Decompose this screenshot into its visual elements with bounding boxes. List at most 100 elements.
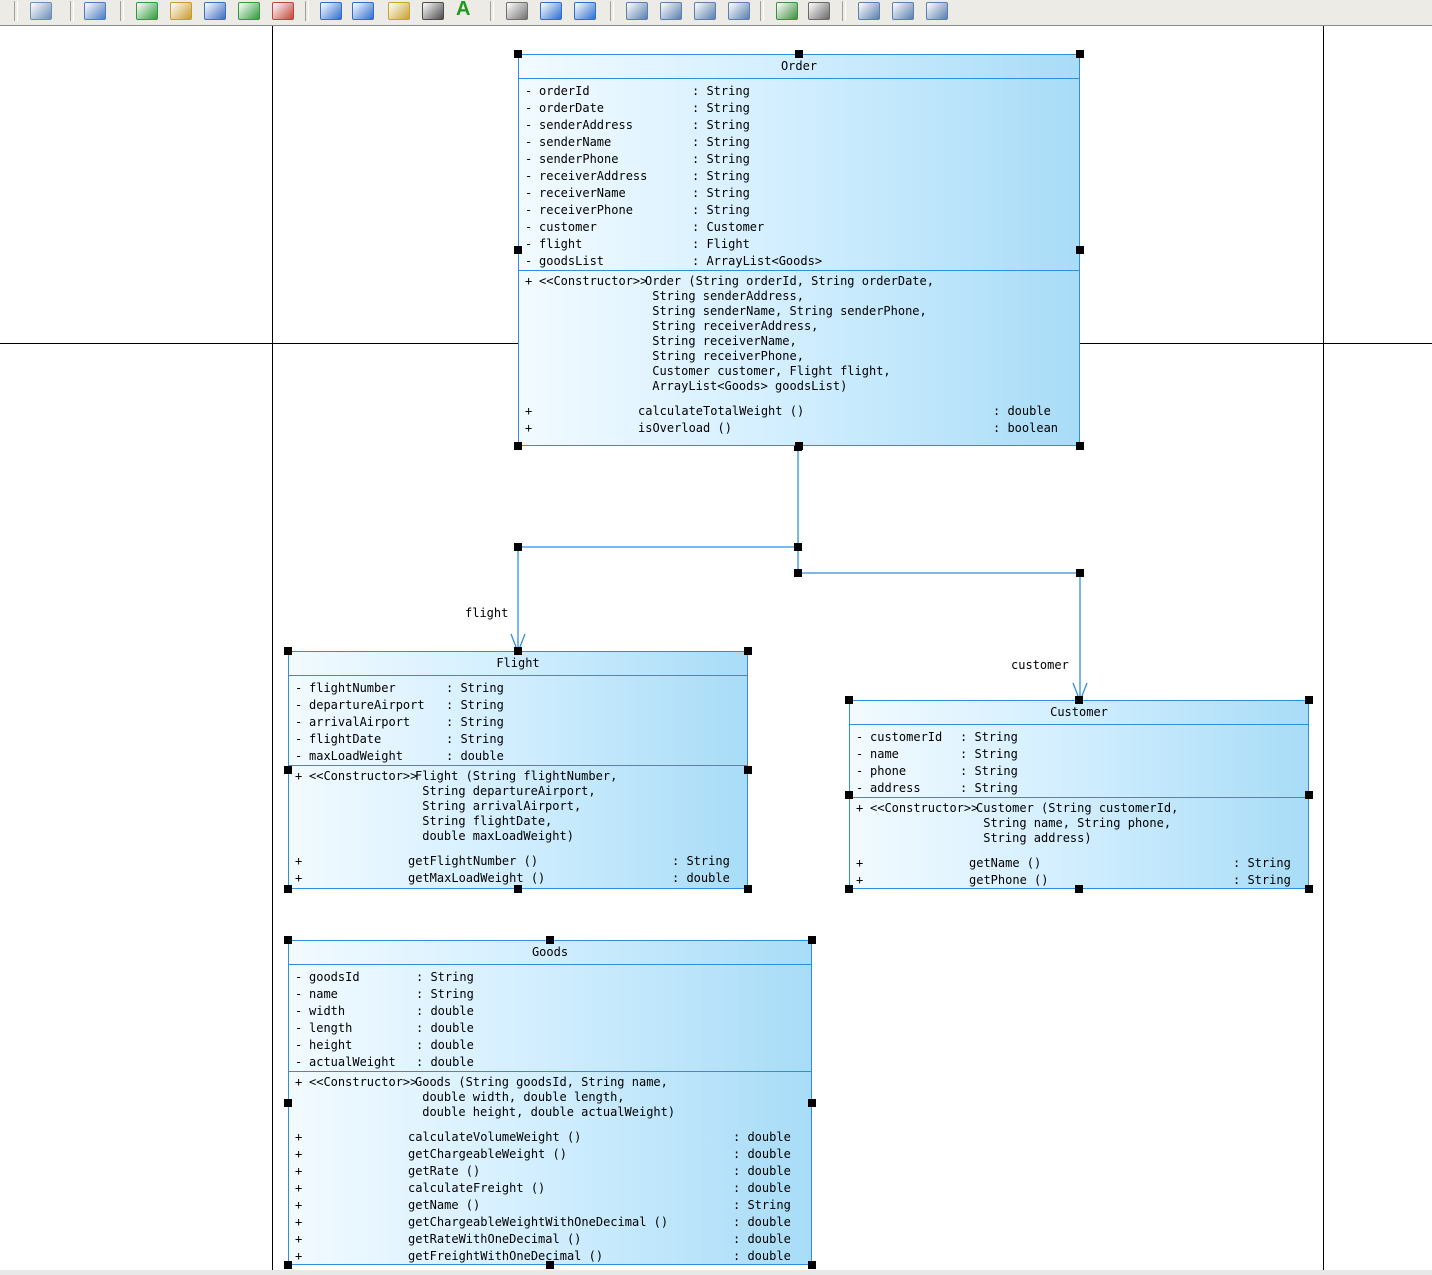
attribute-row[interactable]: - departureAirport: String bbox=[289, 697, 747, 714]
attribute-row[interactable]: - flightDate: String bbox=[289, 731, 747, 748]
selection-handle[interactable] bbox=[845, 790, 853, 799]
attribute-row[interactable]: - receiverAddress: String bbox=[519, 168, 1079, 185]
package-icon[interactable] bbox=[136, 2, 158, 20]
constructor-row[interactable]: + <<Constructor>> Goods (String goodsId, S… bbox=[289, 1075, 811, 1120]
attribute-row[interactable]: - senderPhone: String bbox=[519, 151, 1079, 168]
constructor-row[interactable]: + <<Constructor>> Flight (String flightNum… bbox=[289, 769, 747, 844]
check-icon[interactable] bbox=[272, 2, 294, 20]
class-order[interactable]: Order - orderId: String - orderDate: String -… bbox=[514, 50, 1084, 450]
selection-handle[interactable] bbox=[546, 1261, 554, 1269]
attribute-row[interactable]: - maxLoadWeight: double bbox=[289, 748, 747, 765]
selection-handle[interactable] bbox=[845, 885, 853, 893]
selection-handle[interactable] bbox=[1075, 696, 1083, 704]
preview-icon[interactable] bbox=[858, 2, 880, 20]
constructor-row[interactable]: + <<Constructor>> Order (String orderId, S… bbox=[519, 274, 1079, 394]
selection-handle[interactable] bbox=[1305, 885, 1313, 893]
selection-handle[interactable] bbox=[808, 1098, 816, 1107]
method-row[interactable]: + calculateFreight (): double bbox=[289, 1180, 811, 1197]
attribute-row[interactable]: - name: String bbox=[289, 986, 811, 1003]
selection-handle[interactable] bbox=[284, 647, 292, 655]
report-icon[interactable] bbox=[892, 2, 914, 20]
attribute-row[interactable]: - arrivalAirport: String bbox=[289, 714, 747, 731]
text-icon[interactable]: A bbox=[456, 0, 470, 21]
selection-handle[interactable] bbox=[744, 885, 752, 893]
attribute-row[interactable]: - senderName: String bbox=[519, 134, 1079, 151]
class-goods[interactable]: Goods - goodsId: String - name: String - width… bbox=[284, 936, 816, 1269]
attribute-row[interactable]: - receiverPhone: String bbox=[519, 202, 1079, 219]
layout-icon[interactable] bbox=[352, 2, 374, 20]
selection-handle[interactable] bbox=[808, 936, 816, 944]
settings-icon[interactable] bbox=[84, 2, 106, 20]
selection-handle[interactable] bbox=[795, 442, 803, 450]
zoom-page-icon[interactable] bbox=[728, 2, 750, 20]
class-flight[interactable]: Flight - flightNumber: String - departureAir… bbox=[284, 647, 752, 893]
pencil-icon[interactable] bbox=[388, 2, 410, 20]
attribute-row[interactable]: - customerId: String bbox=[850, 729, 1308, 746]
selection-handle[interactable] bbox=[546, 936, 554, 944]
attribute-row[interactable]: - flightNumber: String bbox=[289, 680, 747, 697]
zoom-fit-icon[interactable] bbox=[626, 2, 648, 20]
attribute-row[interactable]: - flight: Flight bbox=[519, 236, 1079, 253]
attribute-row[interactable]: - address: String bbox=[850, 780, 1308, 797]
list-icon[interactable] bbox=[926, 2, 948, 20]
selection-handle[interactable] bbox=[514, 885, 522, 893]
import-icon[interactable] bbox=[170, 2, 192, 20]
method-row[interactable]: + getRateWithOneDecimal (): double bbox=[289, 1231, 811, 1248]
selection-handle[interactable] bbox=[808, 1261, 816, 1269]
selection-handle[interactable] bbox=[744, 647, 752, 655]
paint-icon[interactable] bbox=[422, 2, 444, 20]
selection-handle[interactable] bbox=[284, 1098, 292, 1107]
selection-handle[interactable] bbox=[795, 50, 803, 58]
attribute-row[interactable]: - length: double bbox=[289, 1020, 811, 1037]
selection-handle[interactable] bbox=[1305, 696, 1313, 704]
selection-handle[interactable] bbox=[514, 442, 522, 450]
print-icon[interactable] bbox=[808, 2, 830, 20]
method-row[interactable]: + getChargeableWeight (): double bbox=[289, 1146, 811, 1163]
undo-icon[interactable] bbox=[540, 2, 562, 20]
method-row[interactable]: + getName (): String bbox=[289, 1197, 811, 1214]
method-row[interactable]: + isOverload (): boolean bbox=[519, 420, 1079, 437]
attribute-row[interactable]: - receiverName: String bbox=[519, 185, 1079, 202]
selection-handle[interactable] bbox=[845, 696, 853, 704]
selection-handle[interactable] bbox=[1075, 885, 1083, 893]
selection-handle[interactable] bbox=[514, 246, 522, 254]
square-icon[interactable] bbox=[506, 2, 528, 20]
class-customer[interactable]: Customer - customerId: String - name: String… bbox=[845, 696, 1313, 893]
constructor-row[interactable]: + <<Constructor>> Customer (String custome… bbox=[850, 801, 1308, 846]
attribute-row[interactable]: - width: double bbox=[289, 1003, 811, 1020]
diagram-canvas[interactable]: flight customer Order - orderId: String - or… bbox=[0, 26, 1432, 1270]
selection-handle[interactable] bbox=[1076, 246, 1084, 254]
selection-handle[interactable] bbox=[744, 766, 752, 774]
attribute-row[interactable]: - senderAddress: String bbox=[519, 117, 1079, 134]
selection-handle[interactable] bbox=[514, 50, 522, 58]
selection-handle[interactable] bbox=[284, 766, 292, 774]
attribute-row[interactable]: - actualWeight: double bbox=[289, 1054, 811, 1071]
redo-icon[interactable] bbox=[574, 2, 596, 20]
selection-handle[interactable] bbox=[514, 647, 522, 655]
method-row[interactable]: + getName (): String bbox=[850, 855, 1308, 872]
attribute-row[interactable]: - orderDate: String bbox=[519, 100, 1079, 117]
attribute-row[interactable]: - orderId: String bbox=[519, 83, 1079, 100]
find-icon[interactable] bbox=[204, 2, 226, 20]
attribute-row[interactable]: - goodsId: String bbox=[289, 969, 811, 986]
zoom-out-icon[interactable] bbox=[694, 2, 716, 20]
selection-handle[interactable] bbox=[1076, 50, 1084, 58]
selection-handle[interactable] bbox=[284, 885, 292, 893]
zoom-in-icon[interactable] bbox=[660, 2, 682, 20]
attribute-row[interactable]: - customer: Customer bbox=[519, 219, 1079, 236]
export-icon[interactable] bbox=[776, 2, 798, 20]
selection-handle[interactable] bbox=[1076, 442, 1084, 450]
selection-handle[interactable] bbox=[284, 936, 292, 944]
attribute-row[interactable]: - name: String bbox=[850, 746, 1308, 763]
method-row[interactable]: + calculateVolumeWeight (): double bbox=[289, 1129, 811, 1146]
attribute-row[interactable]: - phone: String bbox=[850, 763, 1308, 780]
copy-icon[interactable] bbox=[320, 2, 342, 20]
method-row[interactable]: + getRate (): double bbox=[289, 1163, 811, 1180]
attribute-row[interactable]: - height: double bbox=[289, 1037, 811, 1054]
refresh-icon[interactable] bbox=[238, 2, 260, 20]
method-row[interactable]: + getFlightNumber (): String bbox=[289, 853, 747, 870]
method-row[interactable]: + calculateTotalWeight (): double bbox=[519, 403, 1079, 420]
selection-handle[interactable] bbox=[284, 1261, 292, 1269]
selection-handle[interactable] bbox=[1305, 790, 1313, 799]
method-row[interactable]: + getChargeableWeightWithOneDecimal (): d… bbox=[289, 1214, 811, 1231]
